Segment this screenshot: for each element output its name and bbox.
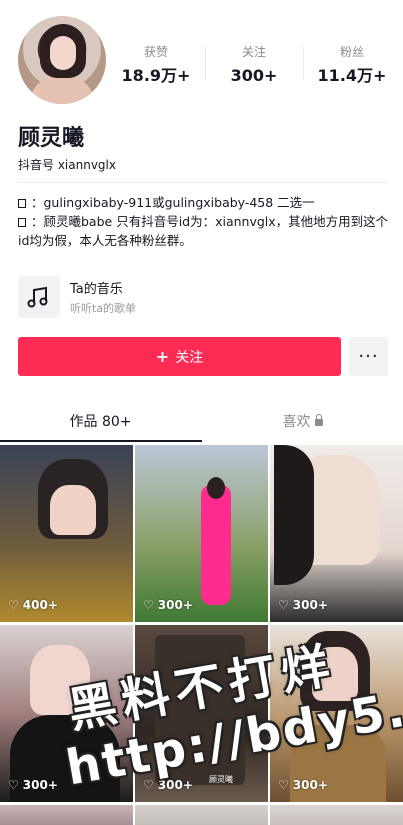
- video-thumbnail[interactable]: ♡ 300+: [270, 625, 403, 802]
- tab-works[interactable]: 作品 80+: [0, 398, 201, 444]
- profile-name: 顾灵曦: [18, 126, 85, 151]
- heart-icon: ♡: [278, 778, 289, 792]
- lock-icon: [314, 413, 323, 426]
- thumbnail-face: [50, 485, 96, 535]
- tab-works-label: 作品 80+: [69, 414, 132, 430]
- music-title: Ta的音乐: [70, 282, 123, 297]
- profile-bio: ：gulingxibaby-911或gulingxibaby-458 二选一 ：…: [18, 193, 390, 250]
- video-thumbnail[interactable]: [135, 805, 268, 825]
- missing-glyph-icon: [18, 218, 26, 227]
- video-likes-count: 300+: [22, 778, 58, 792]
- bio-line: ：gulingxibaby-911或gulingxibaby-458 二选一: [18, 193, 390, 212]
- tab-likes[interactable]: 喜欢: [202, 398, 403, 444]
- video-likes-count: 400+: [22, 598, 58, 612]
- tab-underline: [0, 440, 202, 442]
- video-likes: ♡ 300+: [8, 778, 58, 792]
- stat-following-value: 300+: [230, 66, 278, 85]
- avatar[interactable]: [18, 16, 106, 104]
- video-likes-count: 300+: [157, 598, 193, 612]
- video-likes-count: 300+: [292, 778, 328, 792]
- video-thumbnail[interactable]: ♡ 300+: [135, 445, 268, 622]
- video-likes-count: 300+: [292, 598, 328, 612]
- stat-followers-label: 粉丝: [339, 45, 364, 59]
- video-caption-tag: 顾灵曦: [209, 775, 233, 784]
- profile-stats: 获赞 18.9万+ 关注 300+ 粉丝 11.4万+: [108, 44, 403, 88]
- more-icon: ···: [358, 346, 379, 367]
- avatar-face: [50, 36, 76, 70]
- stat-following[interactable]: 关注 300+: [206, 44, 302, 86]
- more-button[interactable]: ···: [349, 337, 388, 376]
- stat-likes-value: 18.9万+: [121, 66, 191, 85]
- video-likes: ♡ 300+: [278, 778, 328, 792]
- bio-line: ：顾灵曦babe 只有抖音号id为：xiannvglx，其他地方用到这个id均为…: [18, 212, 390, 250]
- video-thumbnail[interactable]: [0, 805, 133, 825]
- missing-glyph-icon: [18, 199, 26, 208]
- thumbnail-hair: [274, 445, 314, 585]
- profile-header: 获赞 18.9万+ 关注 300+ 粉丝 11.4万+: [0, 0, 403, 104]
- video-grid: ♡ 400+ ♡ 300+ ♡ 300+ ♡ 300+ ♡ 300+ 顾灵曦 ♡ 300+: [0, 445, 403, 825]
- heart-icon: ♡: [278, 598, 289, 612]
- thumbnail-scene: [155, 635, 245, 785]
- video-thumbnail[interactable]: ♡ 400+: [0, 445, 133, 622]
- stat-followers[interactable]: 粉丝 11.4万+: [304, 44, 400, 86]
- stat-likes-label: 获赞: [143, 45, 168, 59]
- video-thumbnail[interactable]: ♡ 300+: [0, 625, 133, 802]
- music-entry[interactable]: Ta的音乐 听听ta的歌单: [18, 276, 258, 320]
- stat-likes[interactable]: 获赞 18.9万+: [108, 44, 204, 86]
- stat-following-label: 关注: [241, 45, 266, 59]
- douyin-id: 抖音号 xiannvglx: [18, 158, 116, 172]
- thumbnail-figure: [201, 485, 231, 605]
- heart-icon: ♡: [8, 598, 19, 612]
- video-thumbnail[interactable]: ♡ 300+: [270, 445, 403, 622]
- divider: [18, 182, 388, 183]
- video-thumbnail[interactable]: [270, 805, 403, 825]
- music-note-icon: [18, 276, 60, 318]
- video-thumbnail[interactable]: ♡ 300+ 顾灵曦: [135, 625, 268, 802]
- stat-followers-value: 11.4万+: [317, 66, 387, 85]
- video-likes-count: 300+: [157, 778, 193, 792]
- thumbnail-face: [30, 645, 90, 715]
- content-tabs: 作品 80+ 喜欢: [0, 398, 403, 444]
- video-likes: ♡ 300+: [143, 778, 193, 792]
- heart-icon: ♡: [8, 778, 19, 792]
- tab-likes-label: 喜欢: [282, 414, 311, 430]
- follow-button[interactable]: + 关注: [18, 337, 341, 376]
- follow-label: 关注: [175, 349, 204, 366]
- music-subtitle: 听听ta的歌单: [70, 302, 137, 315]
- bio-line-text: ：gulingxibaby-911或gulingxibaby-458 二选一: [31, 195, 315, 210]
- video-likes: ♡ 300+: [143, 598, 193, 612]
- bio-line-text: ：顾灵曦babe 只有抖音号id为：xiannvglx，其他地方用到这个id均为…: [18, 214, 389, 248]
- video-likes: ♡ 400+: [8, 598, 58, 612]
- thumbnail-face: [312, 647, 358, 701]
- heart-icon: ♡: [143, 778, 154, 792]
- plus-icon: +: [155, 347, 170, 366]
- heart-icon: ♡: [143, 598, 154, 612]
- avatar-body: [28, 74, 96, 104]
- thumbnail-head: [207, 477, 225, 499]
- video-likes: ♡ 300+: [278, 598, 328, 612]
